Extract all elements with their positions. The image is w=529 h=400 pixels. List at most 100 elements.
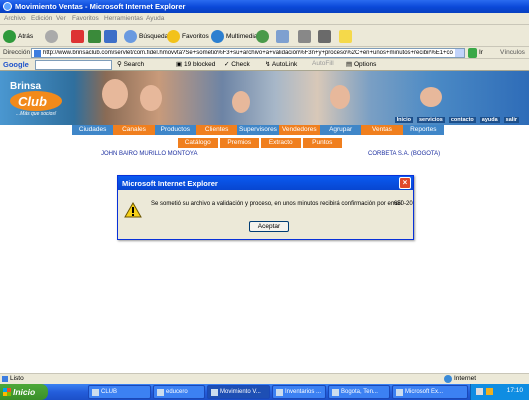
status-bar: Listo Internet [0, 373, 529, 384]
back-arrow-icon [3, 29, 16, 43]
secondary-nav: Catálogo Premios Extracto Puntos [178, 138, 342, 148]
dialog-close-button[interactable]: × [399, 177, 411, 189]
nav-agrupar[interactable]: Agrupar [319, 125, 362, 135]
dialog-message: Se sometió su archivo a validación y pro… [151, 201, 402, 207]
logo-top-text: Brinsa [10, 81, 42, 92]
google-search-button[interactable]: ⚲ Search [117, 60, 144, 68]
nav-productos[interactable]: Productos [154, 125, 196, 135]
nav-supervisores[interactable]: Supervisores [237, 125, 279, 135]
banner-photo-person [140, 85, 162, 111]
window-title: Movimiento Ventas - Microsoft Internet E… [15, 2, 186, 11]
menu-archivo[interactable]: Archivo [4, 15, 26, 22]
dialog-title-bar[interactable]: Microsoft Internet Explorer × [118, 176, 413, 190]
back-button[interactable]: Atrás [3, 28, 33, 44]
autolink-button[interactable]: ↯ AutoLink [265, 60, 297, 68]
go-arrow-icon[interactable] [468, 48, 477, 58]
site-top-links: Inicio servicios contacto ayuda salir [394, 117, 519, 123]
nav-clientes[interactable]: Clientes [195, 125, 238, 135]
taskbar-item-inventarios[interactable]: Inventarios ... [272, 385, 326, 399]
google-logo[interactable]: Google [3, 60, 29, 69]
google-search-input[interactable] [35, 60, 112, 70]
dialog-title: Microsoft Internet Explorer [122, 179, 218, 188]
nav-canales[interactable]: Canales [113, 125, 155, 135]
favorites-button[interactable]: Favoritos [167, 28, 209, 44]
address-url: http://www.brinsaclub.com/servlet/com.fi… [43, 50, 453, 56]
ie-icon [276, 389, 283, 396]
top-link-servicios[interactable]: servicios [416, 117, 445, 123]
messenger-button[interactable] [339, 28, 354, 44]
print-button[interactable] [298, 28, 313, 44]
banner-photo-person [232, 91, 250, 113]
primary-nav: Ciudades Canales Productos Clientes Supe… [72, 125, 444, 135]
menu-bar: Archivo Edición Ver Favoritos Herramient… [0, 13, 529, 25]
edit-button[interactable] [318, 28, 333, 44]
system-tray: 17:10 [470, 384, 529, 400]
clock[interactable]: 17:10 [507, 387, 523, 394]
address-input[interactable]: http://www.brinsaclub.com/servlet/com.fi… [31, 48, 465, 58]
user-name: JOHN BAIRO MURILLO MONTOYA [101, 151, 198, 157]
forward-arrow-icon [45, 29, 58, 43]
address-dropdown[interactable] [455, 49, 464, 57]
site-banner: Brinsa Club ...Más que socios! Inicio se… [0, 71, 529, 125]
start-button[interactable]: Inicio [0, 384, 48, 400]
menu-herramientas[interactable]: Herramientas [104, 15, 143, 22]
media-button[interactable]: Multimedia [211, 28, 257, 44]
forward-button[interactable] [45, 28, 60, 44]
links-button[interactable]: Vínculos [500, 49, 525, 56]
ie-icon [332, 389, 339, 396]
nav-reportes[interactable]: Reportes [402, 125, 444, 135]
excel-icon [396, 389, 403, 396]
nav-vendedores[interactable]: Vendedores [278, 125, 320, 135]
window-title-bar[interactable]: Movimiento Ventas - Microsoft Internet E… [0, 0, 529, 13]
history-button[interactable] [256, 28, 271, 44]
menu-ver[interactable]: Ver [56, 15, 66, 22]
home-button[interactable] [104, 28, 119, 44]
media-icon [211, 29, 224, 43]
menu-favoritos[interactable]: Favoritos [72, 15, 99, 22]
ie-icon [211, 389, 218, 396]
home-icon [104, 29, 117, 43]
taskbar-item-movimiento-ventas[interactable]: Movimiento V... [207, 385, 270, 399]
taskbar-item-bogota[interactable]: Bogota, Ten... [328, 385, 390, 399]
autofill-button[interactable]: AutoFill [312, 60, 334, 67]
spell-check-button[interactable]: ✓ Check [224, 60, 250, 68]
mail-button[interactable] [276, 28, 291, 44]
nav-puntos[interactable]: Puntos [302, 138, 342, 148]
menu-ayuda[interactable]: Ayuda [146, 15, 164, 22]
nav-catalogo[interactable]: Catálogo [178, 138, 218, 148]
brinsa-club-logo[interactable]: Brinsa Club [8, 77, 66, 113]
address-bar: Dirección http://www.brinsaclub.com/serv… [0, 47, 529, 59]
top-link-ayuda[interactable]: ayuda [479, 117, 500, 123]
folder-icon [339, 29, 352, 43]
taskbar-item-microsoft-excel[interactable]: Microsoft Ex... [392, 385, 468, 399]
ok-button[interactable]: Aceptar [249, 221, 289, 232]
search-button[interactable]: Búsqueda [124, 28, 168, 44]
address-label: Dirección [3, 49, 31, 56]
security-zone: Internet [454, 375, 477, 382]
nav-ventas[interactable]: Ventas [361, 125, 403, 135]
mail-icon [276, 29, 289, 43]
go-button[interactable]: Ir [479, 49, 483, 56]
tray-icon[interactable] [476, 388, 483, 395]
top-link-inicio[interactable]: Inicio [394, 117, 413, 123]
top-link-contacto[interactable]: contacto [448, 117, 476, 123]
popup-blocked-indicator[interactable]: ▣ 19 blocked [176, 60, 215, 68]
stop-button[interactable] [71, 28, 86, 44]
print-icon [298, 29, 311, 43]
refresh-button[interactable] [88, 28, 103, 44]
company-name: CORBETA S.A. (BOGOTA) [368, 151, 441, 157]
nav-extracto[interactable]: Extracto [261, 138, 301, 148]
app-icon [157, 389, 164, 396]
taskbar-item-educero[interactable]: educero [153, 385, 205, 399]
edit-icon [318, 29, 331, 43]
options-button[interactable]: ▤ Options [346, 60, 376, 68]
warning-icon [124, 202, 142, 218]
internet-zone-icon [444, 375, 452, 383]
top-link-salir[interactable]: salir [503, 117, 519, 123]
menu-edicion[interactable]: Edición [31, 15, 52, 22]
nav-premios[interactable]: Premios [219, 138, 259, 148]
taskbar-item-club[interactable]: CLUB [88, 385, 151, 399]
taskbar: Inicio CLUB educero Movimiento V... Inve… [0, 384, 529, 400]
nav-ciudades[interactable]: Ciudades [72, 125, 114, 135]
tray-icon[interactable] [486, 388, 493, 395]
